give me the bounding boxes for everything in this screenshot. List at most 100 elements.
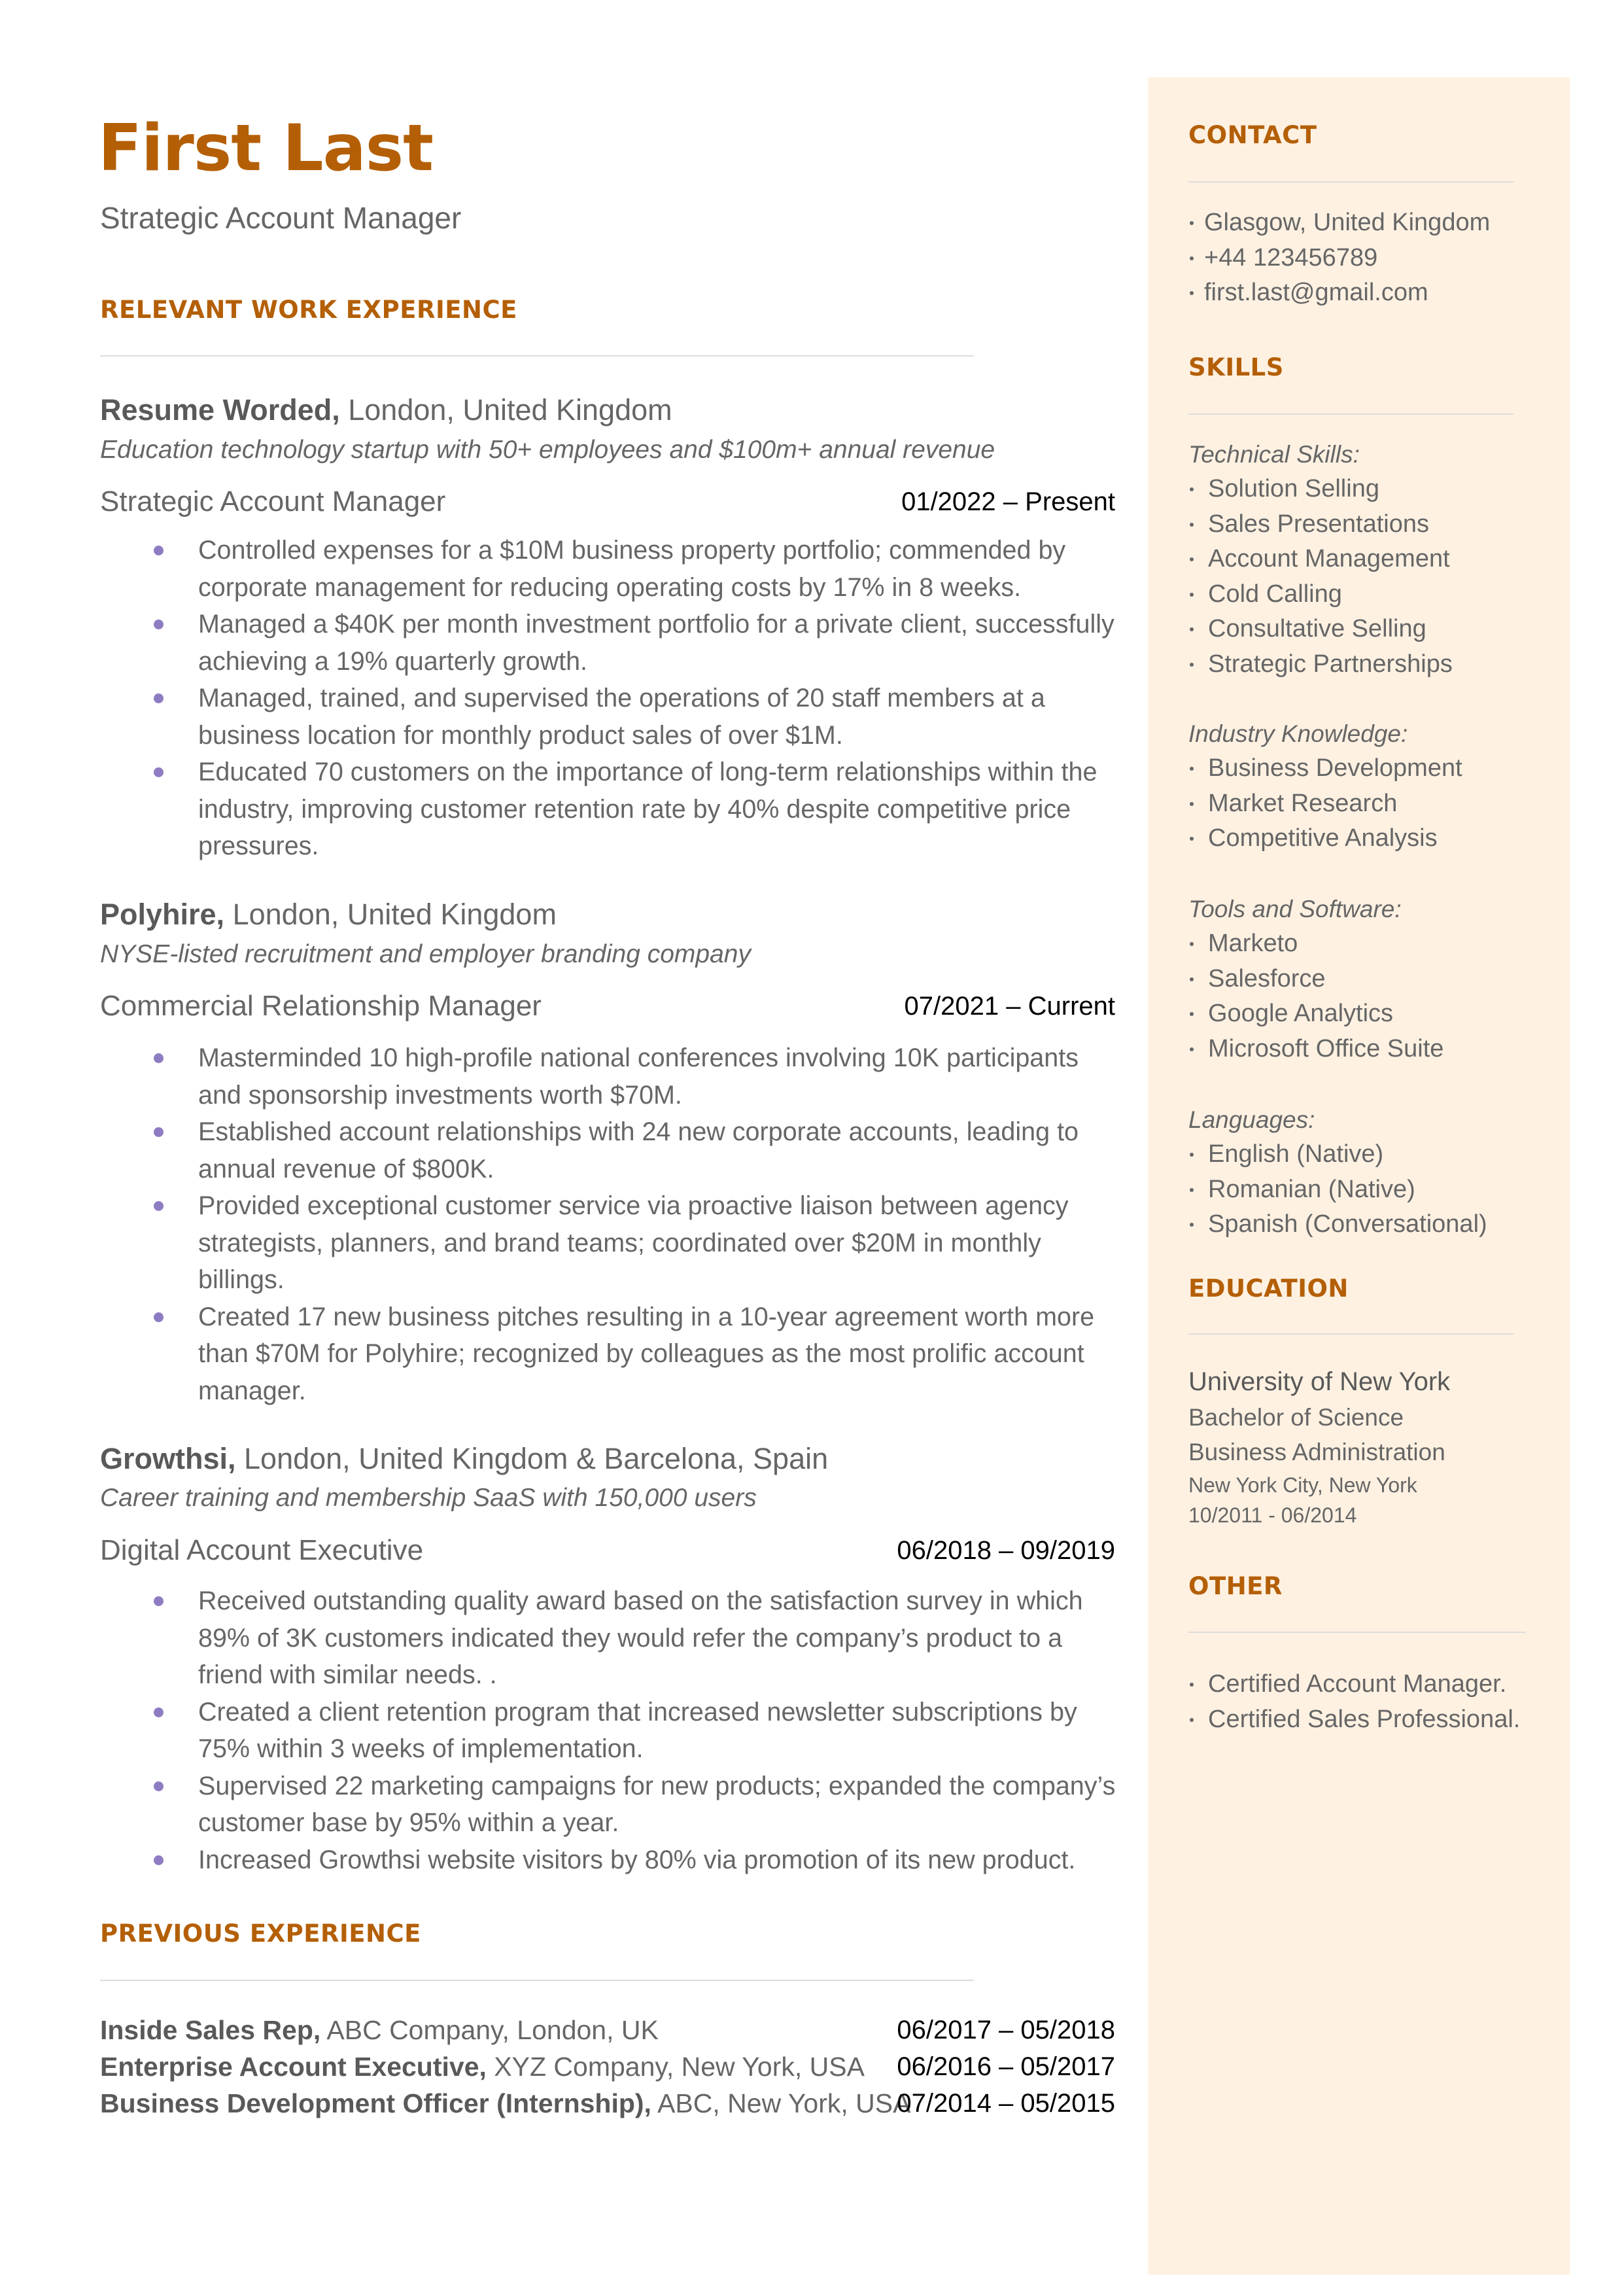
section-divider: [1188, 181, 1513, 183]
bullet-dot-icon: [154, 693, 164, 703]
job-bullet: Educated 70 customers on the importance …: [154, 754, 1124, 865]
section-heading-skills: SKILLS: [1188, 353, 1284, 381]
job-bullet: Received outstanding quality award based…: [154, 1583, 1124, 1694]
skill-text: Marketo: [1208, 930, 1298, 957]
bullet-dot-icon: [154, 1781, 164, 1791]
previous-role-details: ABC, New York, USA: [651, 2088, 911, 2118]
skill-category-label: Tools and Software:: [1188, 896, 1402, 922]
skill-text: Competitive Analysis: [1208, 824, 1438, 852]
skill-text: Spanish (Conversational): [1208, 1210, 1487, 1238]
job-company-line: Resume Worded, London, United Kingdom: [100, 395, 672, 425]
company-location: London, United Kingdom & Barcelona, Spai…: [235, 1442, 829, 1475]
bullet-text: Masterminded 10 high-profile national co…: [198, 1043, 1079, 1110]
bullet-dot-icon: [154, 1596, 164, 1606]
job-bullet: Provided exceptional customer service vi…: [154, 1187, 1124, 1299]
skill-category-label: Languages:: [1188, 1106, 1315, 1133]
skill-item: Strategic Partnerships: [1188, 647, 1453, 682]
candidate-title: Strategic Account Manager: [100, 201, 462, 235]
job-bullet: Controlled expenses for a $10M business …: [154, 532, 1124, 606]
skill-text: English (Native): [1208, 1140, 1384, 1168]
skill-text: Sales Presentations: [1208, 510, 1429, 538]
company-name: Growthsi,: [100, 1442, 236, 1475]
skill-list: English (Native) Romanian (Native) Spani…: [1188, 1137, 1487, 1242]
bullet-dot-icon: [1190, 592, 1194, 597]
previous-experience-row: Inside Sales Rep, ABC Company, London, U…: [100, 2017, 1115, 2044]
education-school: University of New York: [1188, 1367, 1451, 1396]
section-divider: [1188, 413, 1513, 415]
skill-category-label: Industry Knowledge:: [1188, 720, 1408, 747]
skill-item: Market Research: [1188, 786, 1462, 822]
skill-category-label: Technical Skills:: [1188, 441, 1360, 468]
job-dates: 01/2022 – Present: [901, 487, 1115, 516]
bullet-dot-icon: [1190, 256, 1194, 260]
job-company-line: Growthsi, London, United Kingdom & Barce…: [100, 1444, 828, 1473]
job-bullets: Received outstanding quality award based…: [154, 1583, 1124, 1878]
bullet-dot-icon: [1190, 557, 1194, 561]
bullet-text: Managed, trained, and supervised the ope…: [198, 684, 1045, 750]
skill-text: Market Research: [1208, 789, 1398, 817]
bullet-text: Managed a $40K per month investment port…: [198, 610, 1114, 676]
bullet-dot-icon: [1190, 837, 1194, 841]
section-heading-contact: CONTACT: [1188, 121, 1317, 149]
previous-role-dates: 06/2016 – 05/2017: [897, 2052, 1115, 2081]
education-field: Business Administration: [1188, 1439, 1445, 1465]
bullet-text: Created 17 new business pitches resultin…: [198, 1302, 1095, 1405]
bullet-dot-icon: [1190, 627, 1194, 631]
company-description: Education technology startup with 50+ em…: [100, 436, 995, 464]
bullet-dot-icon: [1190, 291, 1194, 295]
education-degree: Bachelor of Science: [1188, 1404, 1404, 1431]
job-dates: 07/2021 – Current: [904, 992, 1115, 1021]
email-link[interactable]: first.last@gmail.com: [1204, 279, 1428, 306]
contact-email[interactable]: first.last@gmail.com: [1188, 275, 1490, 311]
bullet-dot-icon: [1190, 801, 1194, 806]
bullet-dot-icon: [154, 1707, 164, 1717]
bullet-dot-icon: [1190, 1012, 1194, 1016]
bullet-dot-icon: [154, 546, 164, 555]
bullet-text: Provided exceptional customer service vi…: [198, 1191, 1069, 1294]
company-description: NYSE-listed recruitment and employer bra…: [100, 940, 751, 968]
skill-item: Sales Presentations: [1188, 507, 1453, 542]
skill-text: Strategic Partnerships: [1208, 650, 1453, 678]
job-bullet: Managed, trained, and supervised the ope…: [154, 680, 1124, 754]
bullet-dot-icon: [1190, 1047, 1194, 1051]
skill-item: Spanish (Conversational): [1188, 1207, 1487, 1242]
section-heading-relevant-experience: RELEVANT WORK EXPERIENCE: [100, 296, 517, 324]
bullet-dot-icon: [1190, 221, 1194, 225]
job-bullet: Masterminded 10 high-profile national co…: [154, 1040, 1124, 1113]
previous-role-details: XYZ Company, New York, USA: [486, 2052, 865, 2082]
other-item: Certified Account Manager.: [1188, 1667, 1520, 1702]
contact-phone: +44 123456789: [1188, 241, 1490, 276]
previous-role-title: Inside Sales Rep,: [100, 2015, 321, 2045]
job-bullet: Created 17 new business pitches resultin…: [154, 1299, 1124, 1410]
skill-text: Cold Calling: [1208, 580, 1342, 608]
other-list: Certified Account Manager. Certified Sal…: [1188, 1667, 1520, 1737]
bullet-text: Educated 70 customers on the importance …: [198, 758, 1097, 860]
bullet-dot-icon: [154, 1855, 164, 1865]
contact-text: Glasgow, United Kingdom: [1204, 209, 1491, 236]
section-divider: [100, 1980, 974, 1981]
skill-item: Account Management: [1188, 542, 1453, 577]
section-heading-other: OTHER: [1188, 1572, 1283, 1600]
skill-item: Business Development: [1188, 751, 1462, 786]
skill-item: Solution Selling: [1188, 472, 1453, 507]
skill-list: Marketo Salesforce Google Analytics Micr…: [1188, 926, 1443, 1066]
previous-role-title: Business Development Officer (Internship…: [100, 2088, 651, 2118]
job-bullets: Controlled expenses for a $10M business …: [154, 532, 1124, 865]
other-text: Certified Account Manager.: [1208, 1670, 1507, 1698]
bullet-dot-icon: [1190, 767, 1194, 771]
section-divider: [100, 355, 974, 357]
bullet-dot-icon: [1190, 1223, 1194, 1227]
bullet-dot-icon: [1190, 1717, 1194, 1722]
skill-item: Competitive Analysis: [1188, 821, 1462, 856]
skill-text: Business Development: [1208, 754, 1462, 782]
skill-list: Business Development Market Research Com…: [1188, 751, 1462, 856]
education-dates: 10/2011 - 06/2014: [1188, 1503, 1357, 1527]
section-heading-previous-experience: PREVIOUS EXPERIENCE: [100, 1919, 421, 1948]
bullet-dot-icon: [154, 1127, 164, 1137]
skill-item: Romanian (Native): [1188, 1172, 1487, 1208]
contact-list: Glasgow, United Kingdom +44 123456789 fi…: [1188, 205, 1490, 311]
company-location: London, United Kingdom: [224, 898, 557, 931]
bullet-dot-icon: [1190, 662, 1194, 667]
bullet-text: Established account relationships with 2…: [198, 1117, 1079, 1183]
bullet-dot-icon: [1190, 1153, 1194, 1157]
